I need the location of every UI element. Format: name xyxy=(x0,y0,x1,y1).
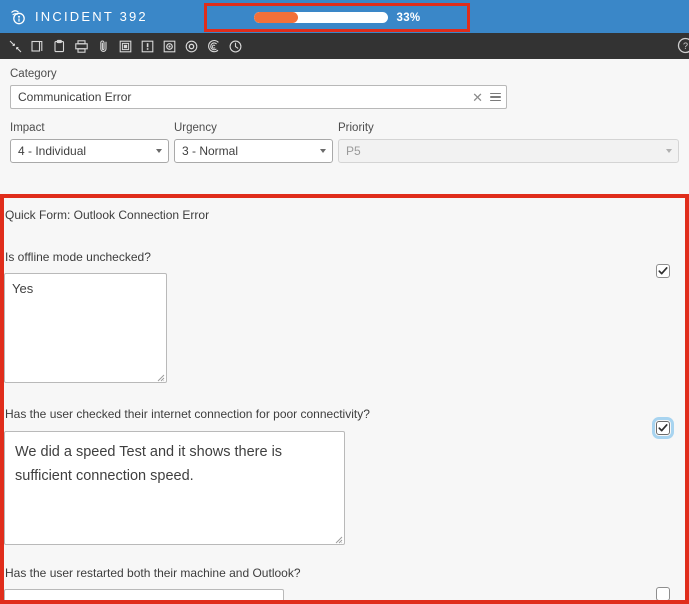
question-3-checkbox[interactable] xyxy=(656,587,670,600)
category-value: Communication Error xyxy=(18,90,466,104)
progress-percent-label: 33% xyxy=(397,12,421,24)
page-title: INCIDENT 392 xyxy=(35,9,148,24)
template-icon[interactable] xyxy=(115,36,136,57)
clipboard-icon[interactable] xyxy=(49,36,70,57)
urgency-value: 3 - Normal xyxy=(182,144,316,158)
progress-annotation-box: 33% xyxy=(204,3,470,32)
question-2-label: Has the user checked their internet conn… xyxy=(4,406,685,422)
question-1-label: Is offline mode unchecked? xyxy=(4,249,685,265)
urgency-field-group: Urgency 3 - Normal xyxy=(174,121,336,163)
progress-bar xyxy=(254,12,388,23)
quick-form-question-3: Has the user restarted both their machin… xyxy=(4,565,685,600)
checkbox-checked-icon[interactable] xyxy=(656,264,670,278)
question-3-answer-wrap xyxy=(4,589,284,600)
form-toolbar: ? xyxy=(0,33,689,59)
question-3-label: Has the user restarted both their machin… xyxy=(4,565,685,581)
category-input[interactable]: Communication Error ✕ xyxy=(10,85,507,109)
chevron-down-icon xyxy=(320,149,326,153)
incident-form-window: INCIDENT 392 33% xyxy=(0,0,689,604)
incident-bug-icon xyxy=(10,8,27,25)
priority-value: P5 xyxy=(346,144,662,158)
priority-field-group: Priority P5 xyxy=(338,121,679,163)
close-x-icon[interactable]: ✕ xyxy=(466,91,489,104)
quick-form-annotation-box: Quick Form: Outlook Connection Error Is … xyxy=(0,194,689,604)
category-field-group: Category Communication Error ✕ xyxy=(10,67,679,109)
target-icon[interactable] xyxy=(181,36,202,57)
window-title-bar: INCIDENT 392 33% xyxy=(0,0,689,33)
question-1-answer-wrap xyxy=(4,273,167,383)
chevron-down-icon xyxy=(666,149,672,153)
collapse-all-icon[interactable] xyxy=(5,36,26,57)
clock-icon[interactable] xyxy=(225,36,246,57)
print-icon[interactable] xyxy=(71,36,92,57)
priority-label: Priority xyxy=(338,121,679,135)
impact-urgency-priority-row: Impact 4 - Individual Urgency 3 - Normal… xyxy=(10,121,679,163)
incident-top-fields: Category Communication Error ✕ Impact 4 … xyxy=(0,59,689,163)
question-2-answer[interactable] xyxy=(4,431,345,545)
copy-icon[interactable] xyxy=(27,36,48,57)
question-3-answer[interactable] xyxy=(4,589,284,600)
quick-form-question-2: Has the user checked their internet conn… xyxy=(4,406,685,550)
brand: INCIDENT 392 xyxy=(10,8,148,25)
notes-icon[interactable] xyxy=(137,36,158,57)
category-label: Category xyxy=(10,67,679,81)
priority-select: P5 xyxy=(338,139,679,163)
impact-value: 4 - Individual xyxy=(18,144,152,158)
question-2-answer-wrap xyxy=(4,431,345,545)
chevron-down-icon xyxy=(156,149,162,153)
quick-form-question-1: Is offline mode unchecked? xyxy=(4,249,685,388)
svg-text:?: ? xyxy=(683,41,688,51)
list-lookup-icon[interactable] xyxy=(489,93,502,102)
quick-form-title: Quick Form: Outlook Connection Error xyxy=(4,198,685,223)
question-1-checkbox[interactable] xyxy=(656,264,670,278)
impact-field-group: Impact 4 - Individual xyxy=(10,121,172,163)
question-1-answer[interactable] xyxy=(4,273,167,383)
urgency-select[interactable]: 3 - Normal xyxy=(174,139,333,163)
impact-select[interactable]: 4 - Individual xyxy=(10,139,169,163)
question-2-checkbox[interactable] xyxy=(656,421,670,435)
urgency-label: Urgency xyxy=(174,121,336,135)
help-circle-icon[interactable]: ? xyxy=(676,36,689,55)
attachment-icon[interactable] xyxy=(93,36,114,57)
spiral-icon[interactable] xyxy=(203,36,224,57)
checkbox-unchecked-icon[interactable] xyxy=(656,587,670,600)
quick-form-panel: Quick Form: Outlook Connection Error Is … xyxy=(4,198,685,600)
checkbox-checked-icon[interactable] xyxy=(656,421,670,435)
impact-label: Impact xyxy=(10,121,172,135)
progress-bar-fill xyxy=(254,12,298,23)
screenshot-icon[interactable] xyxy=(159,36,180,57)
